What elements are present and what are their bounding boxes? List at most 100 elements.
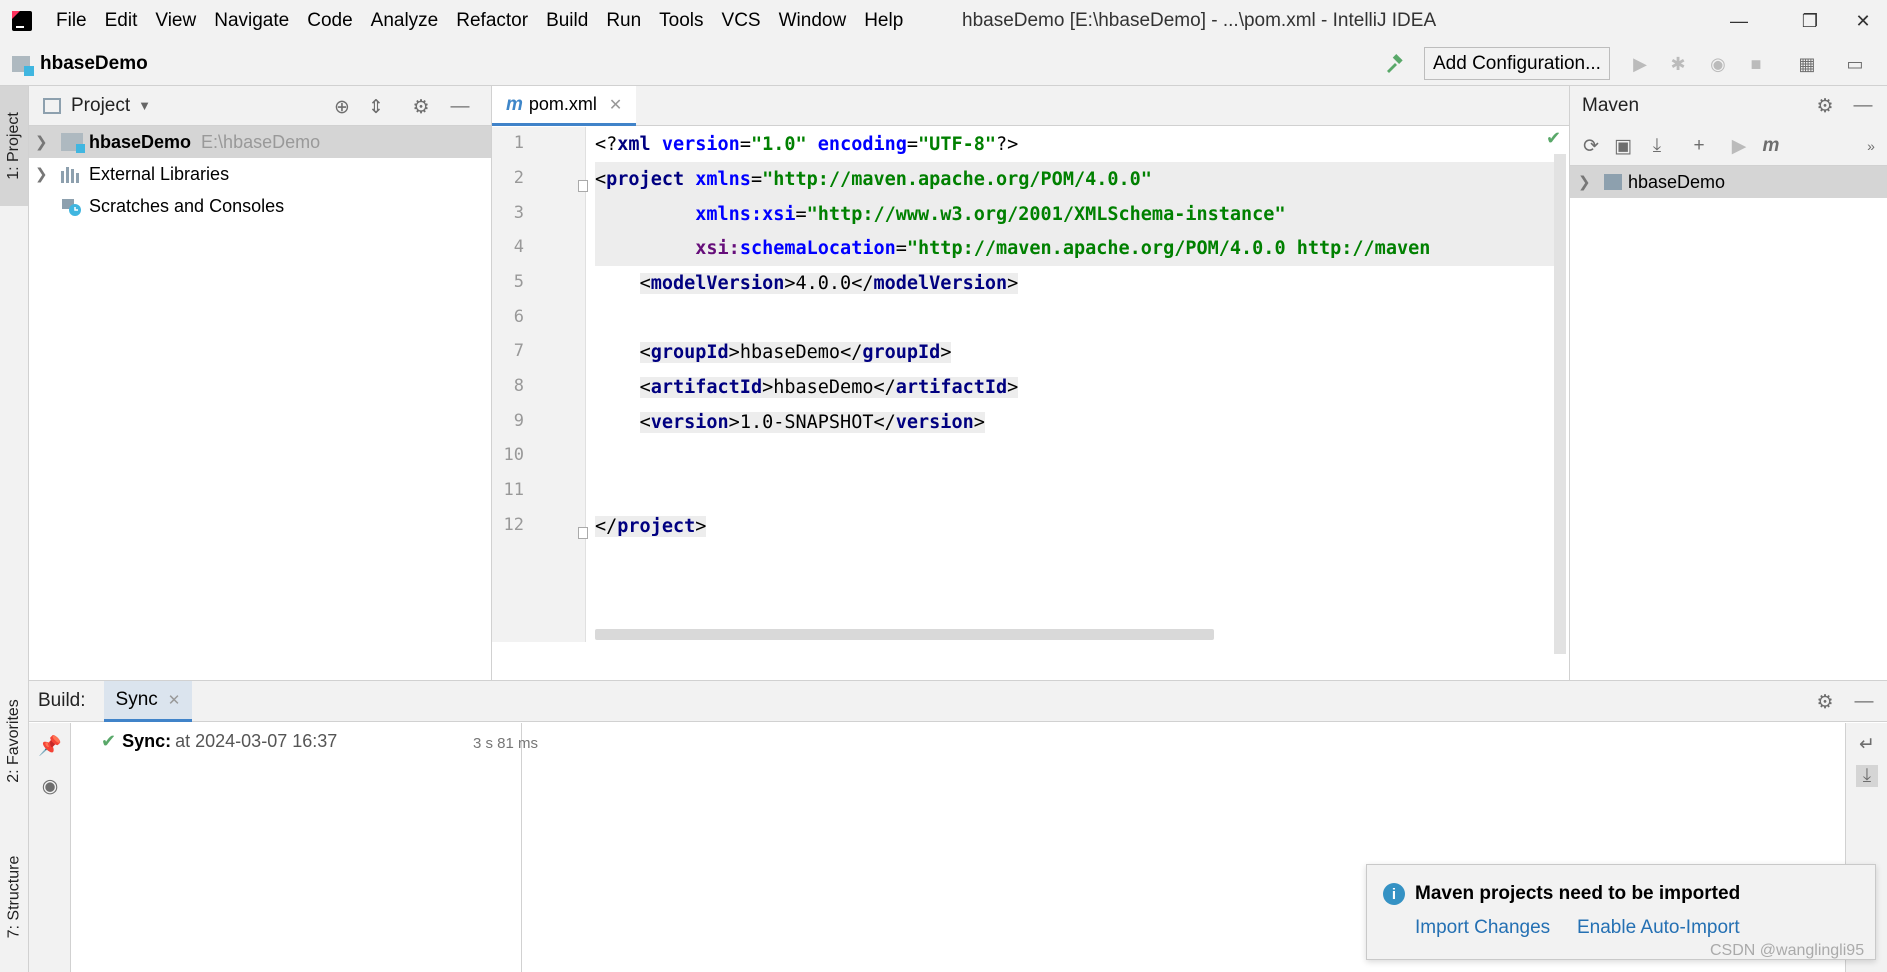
sync-label: Sync:	[122, 731, 172, 751]
gear-icon[interactable]: ⚙	[1814, 95, 1836, 117]
chevron-right-icon[interactable]: ❯	[35, 165, 48, 183]
vertical-scrollbar[interactable]	[1554, 154, 1566, 654]
project-view-icon	[43, 97, 61, 114]
menu-run[interactable]: Run	[606, 10, 641, 32]
tree-item-label: External Libraries	[89, 163, 230, 184]
gear-icon[interactable]: ⚙	[1814, 691, 1836, 713]
menu-bar: File Edit View Navigate Code Analyze Ref…	[56, 10, 921, 32]
debug-icon[interactable]: ✱	[1668, 54, 1688, 74]
tree-item-scratches[interactable]: Scratches and Consoles	[29, 190, 491, 222]
hide-icon[interactable]: —	[449, 96, 471, 118]
run-icon[interactable]: ▶	[1728, 135, 1750, 157]
menu-view[interactable]: View	[155, 10, 196, 32]
menu-vcs[interactable]: VCS	[722, 10, 761, 32]
chevron-right-icon[interactable]: ❯	[35, 133, 48, 151]
watermark: CSDN @wanglingli95	[1710, 942, 1865, 959]
line-number: 6	[513, 307, 524, 327]
info-icon: i	[1383, 883, 1405, 905]
maven-goal-icon[interactable]: m	[1760, 135, 1782, 157]
project-view-title[interactable]: Project	[71, 95, 130, 117]
fold-marker-icon[interactable]	[578, 180, 588, 192]
build-hammer-icon[interactable]	[1384, 54, 1404, 74]
soft-wrap-icon[interactable]: ↵	[1856, 733, 1878, 755]
fold-marker-icon[interactable]	[578, 527, 588, 539]
chevron-down-icon[interactable]: ▼	[138, 98, 151, 113]
line-number: 2	[513, 168, 524, 188]
tab-sync[interactable]: Sync ✕	[103, 680, 193, 722]
tab-structure[interactable]: 7: Structure	[0, 832, 28, 962]
window-title: hbaseDemo [E:\hbaseDemo] - ...\pom.xml -…	[962, 10, 1437, 31]
chevron-right-icon[interactable]: ❯	[1578, 173, 1591, 191]
close-tab-icon[interactable]: ✕	[609, 95, 622, 115]
run-icon[interactable]: ▶	[1630, 54, 1650, 74]
stop-icon[interactable]: ■	[1746, 54, 1766, 74]
maven-module-icon	[1604, 174, 1622, 190]
menu-edit[interactable]: Edit	[105, 10, 138, 32]
terminal-icon[interactable]: ▭	[1845, 54, 1865, 74]
menu-refactor[interactable]: Refactor	[456, 10, 528, 32]
coverage-icon[interactable]: ◉	[1708, 54, 1728, 74]
maven-panel-title: Maven	[1582, 95, 1640, 116]
menu-navigate[interactable]: Navigate	[214, 10, 289, 32]
gear-icon[interactable]: ⚙	[410, 96, 432, 118]
more-icon[interactable]: »	[1860, 135, 1882, 157]
notification-title: Maven projects need to be imported	[1415, 883, 1741, 904]
code-area[interactable]: <?xml version="1.0" encoding="UTF-8"?> <…	[595, 127, 1558, 607]
code-line-1: <?xml version="1.0" encoding="UTF-8"?>	[595, 134, 1019, 155]
close-tab-icon[interactable]: ✕	[168, 691, 181, 709]
line-number: 5	[513, 272, 524, 292]
menu-help[interactable]: Help	[864, 10, 903, 32]
restore-button[interactable]: ❐	[1787, 8, 1833, 34]
enable-auto-import-link[interactable]: Enable Auto-Import	[1577, 917, 1740, 939]
tab-favorites[interactable]: 2: Favorites	[0, 676, 28, 806]
tree-item-hbasedemo[interactable]: ❯ hbaseDemo E:\hbaseDemo	[29, 126, 491, 158]
project-structure-icon[interactable]: ▦	[1797, 54, 1817, 74]
line-number: 4	[513, 237, 524, 257]
horizontal-scrollbar[interactable]	[595, 629, 1214, 640]
close-button[interactable]: ✕	[1840, 8, 1886, 34]
scratches-icon	[61, 197, 83, 216]
reimport-icon[interactable]: ⟳	[1580, 135, 1602, 157]
tab-favorites-label: 2: Favorites	[5, 699, 22, 783]
add-configuration-button[interactable]: Add Configuration...	[1424, 47, 1610, 80]
locate-icon[interactable]: ⊕	[331, 96, 353, 118]
maven-toolbar: ⟳ ▣ ⤓ + ▶ m »	[1570, 126, 1887, 166]
editor: m pom.xml ✕ 1 2 3 4 5 6 7 8 9 10 11 12 <…	[492, 86, 1570, 680]
menu-code[interactable]: Code	[307, 10, 352, 32]
line-number: 11	[503, 480, 524, 500]
menu-file[interactable]: File	[56, 10, 87, 32]
left-tool-strip: 1: Project 2: Favorites 7: Structure	[0, 86, 29, 972]
breadcrumb-project[interactable]: hbaseDemo	[40, 53, 148, 75]
sync-result-row[interactable]: ✔ Sync: at 2024-03-07 16:37	[101, 731, 337, 752]
menu-build[interactable]: Build	[546, 10, 588, 32]
download-icon[interactable]: ⤓	[1646, 135, 1668, 157]
tree-item-path: E:\hbaseDemo	[201, 131, 321, 152]
collapse-all-icon[interactable]: ⇕	[365, 96, 387, 118]
maven-project-item[interactable]: ❯ hbaseDemo	[1570, 166, 1887, 198]
tab-pom-xml[interactable]: m pom.xml ✕	[492, 86, 637, 126]
minimize-button[interactable]: —	[1716, 8, 1762, 34]
build-panel-title: Build:	[38, 690, 86, 711]
navigation-bar: hbaseDemo Add Configuration... ▶ ✱ ◉ ■ ▦…	[0, 42, 1887, 86]
tab-label: pom.xml	[528, 94, 597, 114]
menu-window[interactable]: Window	[779, 10, 847, 32]
eye-icon[interactable]: ◉	[39, 775, 61, 797]
line-number: 9	[513, 411, 524, 431]
pin-icon[interactable]: 📌	[38, 735, 62, 757]
build-panel-header: Build: Sync ✕ ⚙ —	[29, 680, 1887, 722]
generate-sources-icon[interactable]: ▣	[1612, 135, 1634, 157]
hide-icon[interactable]: —	[1853, 691, 1875, 713]
add-icon[interactable]: +	[1688, 135, 1710, 157]
tab-project[interactable]: 1: Project	[0, 86, 28, 206]
menu-analyze[interactable]: Analyze	[371, 10, 439, 32]
libraries-icon	[61, 165, 83, 183]
title-bar: File Edit View Navigate Code Analyze Ref…	[0, 0, 1887, 42]
hide-icon[interactable]: —	[1852, 95, 1874, 117]
line-number: 7	[513, 341, 524, 361]
line-gutter: 1 2 3 4 5 6 7 8 9 10 11 12	[492, 127, 588, 642]
menu-tools[interactable]: Tools	[659, 10, 703, 32]
scroll-to-end-icon[interactable]: ⤓	[1856, 765, 1878, 787]
tree-item-external-libraries[interactable]: ❯ External Libraries	[29, 158, 491, 190]
tab-label: Sync	[115, 688, 158, 710]
import-changes-link[interactable]: Import Changes	[1415, 917, 1550, 939]
